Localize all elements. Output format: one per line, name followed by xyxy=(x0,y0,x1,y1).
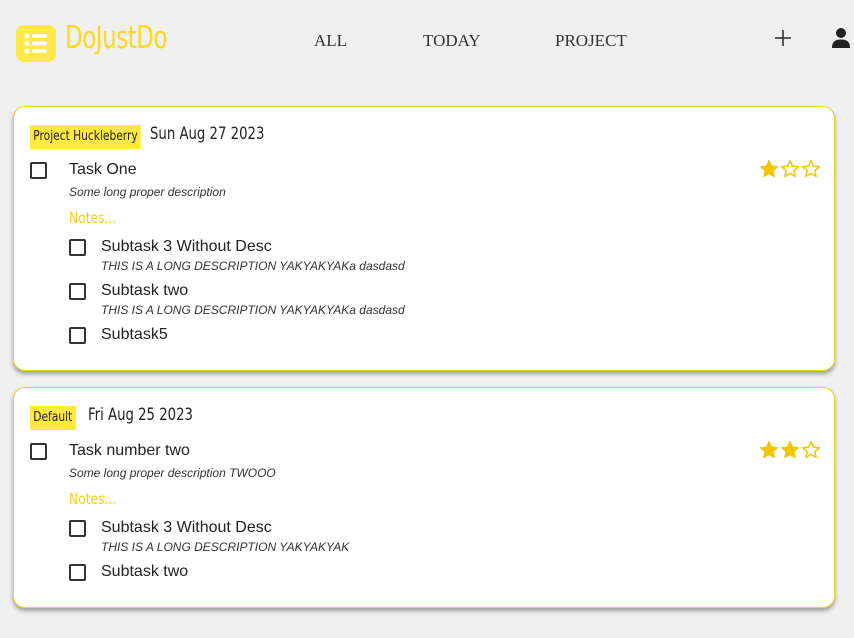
priority-rating xyxy=(759,440,821,462)
notes-toggle[interactable]: Notes... xyxy=(69,490,116,508)
user-icon xyxy=(832,28,850,48)
logo[interactable] xyxy=(16,25,56,62)
subtask-description: THIS IS A LONG DESCRIPTION YAKYAKYAKa da… xyxy=(101,303,405,317)
project-tag[interactable]: Default xyxy=(30,406,76,430)
task-checkbox[interactable] xyxy=(30,443,47,460)
task-card: Default Fri Aug 25 2023 Task number two … xyxy=(13,387,835,608)
nav-all[interactable]: ALL xyxy=(314,31,347,51)
star-icon[interactable] xyxy=(780,440,800,460)
task-date: Fri Aug 25 2023 xyxy=(88,405,193,425)
user-account-button[interactable] xyxy=(830,26,852,50)
subtask-description: THIS IS A LONG DESCRIPTION YAKYAKYAK xyxy=(101,540,350,554)
task-card: Project Huckleberry Sun Aug 27 2023 Task… xyxy=(13,106,835,371)
nav-project[interactable]: PROJECT xyxy=(555,31,627,51)
subtask-title: Subtask two xyxy=(101,282,189,299)
task-description: Some long proper description xyxy=(69,185,226,199)
task-description: Some long proper description TWOOO xyxy=(69,466,276,480)
star-icon[interactable] xyxy=(801,159,821,179)
priority-rating xyxy=(759,159,821,181)
star-icon[interactable] xyxy=(780,159,800,179)
notes-toggle[interactable]: Notes... xyxy=(69,209,116,227)
star-icon[interactable] xyxy=(759,440,779,460)
task-date: Sun Aug 27 2023 xyxy=(150,124,265,144)
plus-icon xyxy=(775,30,791,46)
subtask-checkbox[interactable] xyxy=(69,564,86,581)
subtask-title: Subtask two xyxy=(101,563,189,580)
project-tag[interactable]: Project Huckleberry xyxy=(30,125,141,149)
app-header: DoJustDo ALL TODAY PROJECT xyxy=(0,0,854,90)
task-title: Task number two xyxy=(69,442,190,459)
subtask-title: Subtask 3 Without Desc xyxy=(101,519,272,536)
star-icon[interactable] xyxy=(801,440,821,460)
subtask-description: THIS IS A LONG DESCRIPTION YAKYAKYAKa da… xyxy=(101,259,405,273)
list-icon xyxy=(24,33,47,54)
subtask-checkbox[interactable] xyxy=(69,327,86,344)
star-icon[interactable] xyxy=(759,159,779,179)
task-checkbox[interactable] xyxy=(30,162,47,179)
subtask-checkbox[interactable] xyxy=(69,520,86,537)
subtask-checkbox[interactable] xyxy=(69,239,86,256)
subtask-checkbox[interactable] xyxy=(69,283,86,300)
nav-today[interactable]: TODAY xyxy=(423,31,481,51)
brand-title: DoJustDo xyxy=(65,20,168,56)
task-title: Task One xyxy=(69,161,137,178)
subtask-title: Subtask 3 Without Desc xyxy=(101,238,272,255)
subtask-title: Subtask5 xyxy=(101,326,168,343)
add-task-button[interactable] xyxy=(772,27,794,49)
